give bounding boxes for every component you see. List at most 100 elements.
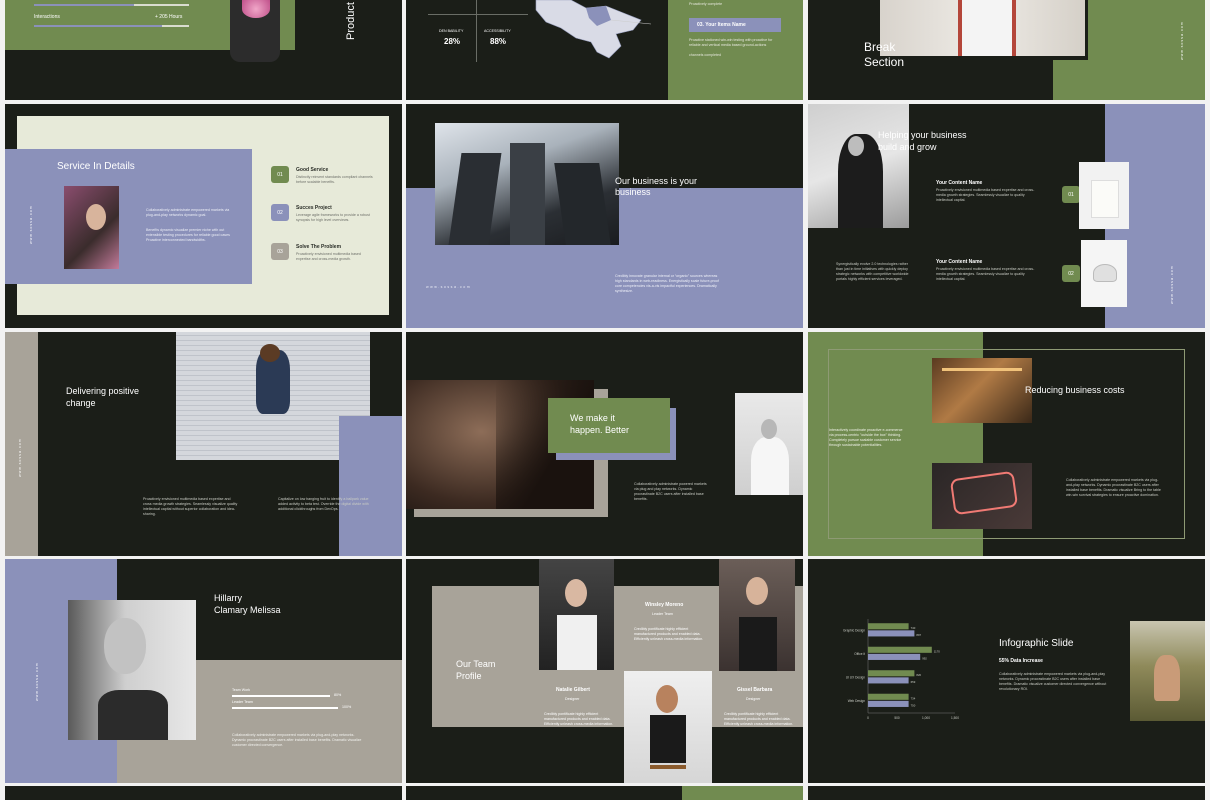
section-title: Break Section: [864, 40, 905, 69]
lights: [942, 368, 1022, 371]
callout-title: We make it happen. Better: [570, 413, 630, 435]
slide-thumbnail-5[interactable]: Our business is your business www.sossa.…: [406, 104, 803, 328]
slide-thumbnail-11[interactable]: Our Team Profile Natalie Gilbert Designe…: [406, 559, 803, 783]
section-title: Helping your business build and grow: [878, 130, 967, 152]
tote-bag-photo: [1079, 162, 1129, 229]
bar-pct-1: 80%: [334, 693, 342, 697]
item-number-1: 01: [271, 166, 289, 183]
section-title: Delivering positive change: [66, 386, 140, 408]
left-text: Interactively coordinate proactive e-com…: [829, 428, 903, 447]
chart-value-label: 1170: [934, 649, 940, 653]
slide-thumbnail-15[interactable]: [808, 786, 1205, 800]
shirt: [557, 615, 597, 670]
slide-thumbnail-10[interactable]: www.sossa.com Hillarry Clamary Melissa T…: [5, 559, 402, 783]
dress: [739, 617, 777, 671]
green-panel: [668, 0, 803, 100]
woman-field-photo: [1130, 621, 1205, 721]
progress-fill-2: [34, 25, 162, 27]
side-text: www.sossa.com: [1170, 265, 1174, 304]
face: [656, 685, 678, 713]
skill-bar-2: [232, 707, 338, 709]
chart-category-label: Office it: [854, 652, 865, 656]
side-text: www.sossa.com: [1180, 21, 1184, 60]
slide-thumbnail-3[interactable]: Break Section www.sossa.com: [808, 0, 1205, 100]
divider-line: [476, 0, 477, 62]
item-text-2: Proactively envisioned multimedia based …: [936, 267, 1035, 281]
side-text: www.sossa.com: [18, 438, 22, 477]
body-text-1: Collaboratively administrate empowered m…: [146, 208, 230, 217]
chart-value-label: 820: [916, 673, 921, 677]
slide-thumbnail-1[interactable]: Interactions + 205 Hours Product: [5, 0, 402, 100]
woman-white-sweater-photo: [735, 393, 803, 495]
member-name-2: Gissel Barbara: [737, 687, 773, 693]
stat-label-1: DEN BABILITY: [439, 29, 464, 33]
member-role-0: Leader Team: [652, 612, 673, 616]
member-role-1: Designer: [565, 697, 580, 701]
slide-thumbnail-2[interactable]: DEN BABILITY 28% ACCESSIBILITY 88% Proac…: [406, 0, 803, 100]
body-text: Collaboratively administrate powered mar…: [634, 482, 707, 501]
chart-value-label: 897: [916, 633, 921, 637]
natalie-photo: [539, 559, 614, 670]
item-number-3: 03: [271, 243, 289, 260]
chart-category-label: UI UX Design: [846, 675, 866, 679]
shirt: [958, 0, 1016, 56]
map-graphic: [535, 0, 651, 59]
right-text: Collaboratively administrate empowered m…: [1066, 478, 1161, 497]
skill-bar-1: [232, 695, 330, 697]
slide-thumbnail-9[interactable]: Reducing business costs Interactively co…: [808, 332, 1205, 556]
winsley-photo: [719, 559, 795, 671]
member-name-0: Winsley Moreno: [645, 602, 684, 608]
bar-label-2: Leader Team: [232, 700, 253, 704]
item-title-1: Good Service: [296, 167, 329, 173]
item-number-1: 01: [1062, 186, 1080, 203]
section-title: Reducing business costs: [1025, 385, 1125, 395]
item-text-1: Proactively envisioned multimedia based …: [936, 188, 1035, 202]
green-top: [682, 786, 803, 800]
chart-category-label: Graphic Design: [843, 628, 865, 632]
body-text-1: Proactively envisioned multimedia based …: [143, 497, 238, 516]
slide-thumbnail-12[interactable]: Graphic Design 740 897 Office it 1170 992 UI U…: [808, 559, 1205, 783]
body-text: Collaboratively administrate empowered m…: [999, 672, 1107, 691]
tower-1: [448, 153, 502, 245]
chart-category-label: Web Design: [848, 699, 866, 703]
chair: [1093, 264, 1117, 282]
item-title-2: Succes Project: [296, 205, 332, 211]
tower-3: [554, 163, 611, 245]
slide-thumbnail-14[interactable]: [406, 786, 803, 800]
slide-thumbnail-4[interactable]: Service In Details www.sossa.com Collabo…: [5, 104, 402, 328]
chart-bar: [868, 670, 915, 677]
figure: [1154, 655, 1180, 701]
item-number-2: 02: [1062, 265, 1080, 282]
bar-pct-2: 100%: [342, 705, 352, 709]
slide-thumbnail-8[interactable]: We make it happen. Better Collaborativel…: [406, 332, 803, 556]
body-text-2: Benefits dynamic visualize premier niche…: [146, 228, 230, 242]
item-title-2: Your Content Name: [936, 259, 983, 265]
watch-flower: [242, 0, 270, 18]
smartwatch-image: [230, 0, 280, 62]
chart-value-label: 992: [922, 656, 927, 660]
chart-value-label: 659: [911, 680, 916, 684]
section-title: Service In Details: [57, 161, 135, 172]
chair-photo: [1081, 240, 1127, 307]
face: [565, 579, 587, 607]
bar-chart: Graphic Design 740897 Office it 1170 992 UI U…: [843, 619, 959, 720]
chart-tick-label: 500: [894, 716, 900, 720]
item-title-3: Solve The Problem: [296, 244, 342, 250]
chart-bar: [868, 623, 909, 630]
slide-thumbnail-7[interactable]: www.sossa.com Delivering positive change…: [5, 332, 402, 556]
chart-bar: [868, 630, 915, 637]
member-text-2: Credibly pontificate highly efficient ma…: [724, 712, 794, 726]
lavender-block: [339, 416, 402, 556]
neon-text: [949, 470, 1019, 516]
member-name-1: Natalie Gilbert: [556, 687, 590, 693]
member-role-2: Designer: [746, 697, 761, 701]
slide-thumbnail-13[interactable]: [5, 786, 402, 800]
chart-tick-label: 1,500: [951, 716, 959, 720]
chart-value-label: 734: [911, 696, 916, 700]
slide-thumbnail-6[interactable]: Helping your business build and grow You…: [808, 104, 1205, 328]
item-text-1: Distinctly reinvent standards compliant …: [296, 175, 373, 184]
portrait-flowers-photo: [64, 186, 119, 269]
stat-value-2: 88%: [490, 37, 507, 46]
woman-sitting-photo: [808, 104, 909, 228]
gissel-photo: [624, 671, 712, 783]
